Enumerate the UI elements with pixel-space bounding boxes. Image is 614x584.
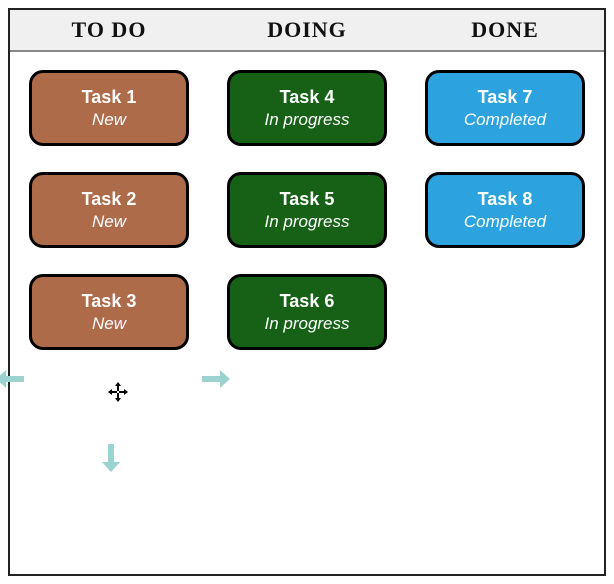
drag-hint-arrow-left-icon (0, 368, 24, 390)
task-status: In progress (264, 212, 349, 232)
board-columns: Task 1 New Task 2 New Task 3 New (10, 52, 604, 576)
task-title: Task 1 (82, 87, 137, 108)
task-status: In progress (264, 314, 349, 334)
task-card[interactable]: Task 5 In progress (227, 172, 387, 248)
task-status: New (92, 110, 126, 130)
task-title: Task 3 (82, 291, 137, 312)
task-status: New (92, 314, 126, 334)
task-card[interactable]: Task 8 Completed (425, 172, 585, 248)
task-status: Completed (464, 212, 546, 232)
board-header: To Do Doing Done (10, 10, 604, 52)
column-doing[interactable]: Task 4 In progress Task 5 In progress Ta… (208, 52, 406, 576)
kanban-board: To Do Doing Done Task 1 New Task 2 New T… (8, 8, 606, 576)
column-done[interactable]: Task 7 Completed Task 8 Completed (406, 52, 604, 576)
task-title: Task 5 (280, 189, 335, 210)
drag-hint-arrow-down-icon (100, 444, 122, 472)
task-card-dragging[interactable]: Task 3 New (29, 274, 189, 350)
column-header-doing: Doing (208, 10, 406, 50)
task-card[interactable]: Task 4 In progress (227, 70, 387, 146)
task-card[interactable]: Task 1 New (29, 70, 189, 146)
task-status: Completed (464, 110, 546, 130)
task-card[interactable]: Task 6 In progress (227, 274, 387, 350)
task-status: New (92, 212, 126, 232)
task-title: Task 7 (478, 87, 533, 108)
task-card[interactable]: Task 2 New (29, 172, 189, 248)
task-title: Task 2 (82, 189, 137, 210)
task-title: Task 8 (478, 189, 533, 210)
column-header-todo: To Do (10, 10, 208, 50)
task-title: Task 4 (280, 87, 335, 108)
task-card[interactable]: Task 7 Completed (425, 70, 585, 146)
move-cursor-icon (108, 382, 128, 402)
task-status: In progress (264, 110, 349, 130)
column-header-done: Done (406, 10, 604, 50)
task-title: Task 6 (280, 291, 335, 312)
column-todo[interactable]: Task 1 New Task 2 New Task 3 New (10, 52, 208, 576)
